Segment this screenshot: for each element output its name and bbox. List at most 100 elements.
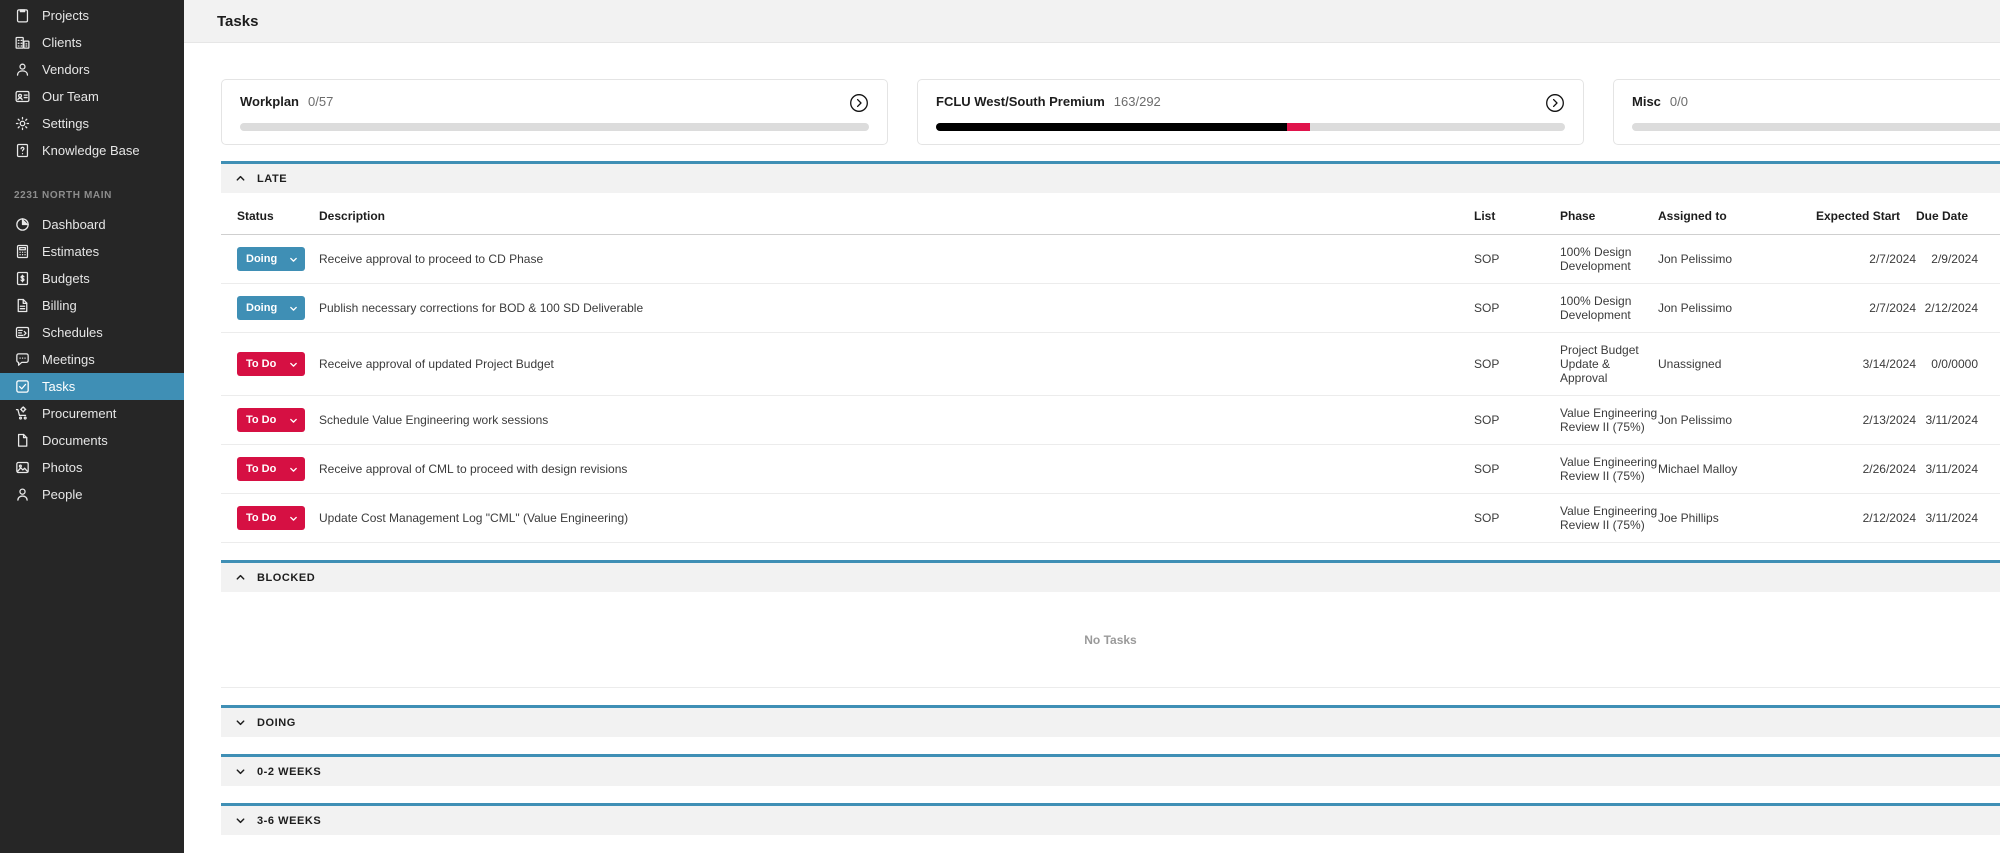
cell-expected-start: 3/14/2024: [1816, 332, 1916, 396]
sidebar-item-photos[interactable]: Photos: [0, 454, 184, 481]
chat-icon: [14, 351, 31, 368]
column-header: Assigned to: [1658, 193, 1816, 235]
column-header: List: [1474, 193, 1560, 235]
cell-phase: Value Engineering Review II (75%): [1560, 493, 1658, 543]
sidebar-item-documents[interactable]: Documents: [0, 427, 184, 454]
cell-expected-start: 2/26/2024: [1816, 444, 1916, 494]
status-badge[interactable]: To Do: [237, 457, 305, 481]
cell-description: Receive approval of updated Project Budg…: [305, 332, 1474, 396]
table-row[interactable]: To Do Update Cost Management Log "CML" (V…: [221, 493, 2000, 543]
sidebar-item-label: Billing: [42, 298, 77, 313]
id-badge-icon: [14, 88, 31, 105]
status-badge[interactable]: Doing: [237, 296, 305, 320]
calculator-icon: [14, 243, 31, 260]
progress-card-count: 0/57: [308, 94, 334, 109]
column-header: Phase: [1560, 193, 1658, 235]
chevron-down-icon: [289, 255, 298, 264]
status-badge[interactable]: To Do: [237, 506, 305, 530]
sidebar-item-vendors[interactable]: Vendors: [0, 56, 184, 83]
building-icon: [14, 34, 31, 51]
cell-due-date: 3/11/2024: [1916, 493, 2000, 543]
sidebar-item-knowledge-base[interactable]: Knowledge Base: [0, 137, 184, 164]
column-header: Status: [221, 193, 305, 235]
sidebar-item-meetings[interactable]: Meetings: [0, 346, 184, 373]
status-badge-label: To Do: [246, 358, 277, 370]
progress-card-head: FCLU West/South Premium 163/292: [936, 94, 1565, 109]
table-row[interactable]: Doing Receive approval to proceed to CD P…: [221, 234, 2000, 284]
chevron-right-circle-icon[interactable]: [849, 93, 869, 113]
status-badge[interactable]: To Do: [237, 352, 305, 376]
sidebar-item-label: Budgets: [42, 271, 90, 286]
sidebar-item-projects[interactable]: Projects: [0, 2, 184, 29]
chevron-up-icon: [235, 173, 246, 184]
sidebar-item-tasks[interactable]: Tasks: [0, 373, 184, 400]
cell-assigned-to: Jon Pelissimo: [1658, 234, 1816, 284]
section-header-doing[interactable]: DOING: [221, 705, 2000, 737]
progress-card-title: FCLU West/South Premium: [936, 94, 1105, 109]
cell-status: To Do: [221, 444, 305, 494]
sidebar-item-people[interactable]: People: [0, 481, 184, 508]
sidebar-item-label: Tasks: [42, 379, 76, 394]
column-header: Expected Start: [1816, 193, 1916, 235]
sidebar-item-label: Procurement: [42, 406, 117, 421]
cell-list: SOP: [1474, 444, 1560, 494]
section-header-blocked[interactable]: BLOCKED: [221, 560, 2000, 592]
table-row[interactable]: To Do Schedule Value Engineering work ses…: [221, 395, 2000, 445]
cell-status: To Do: [221, 395, 305, 445]
sidebar-item-schedules[interactable]: Schedules: [0, 319, 184, 346]
sidebar-item-label: People: [42, 487, 83, 502]
cart-gear-icon: [14, 405, 31, 422]
sidebar-item-label: Photos: [42, 460, 83, 475]
cell-phase: Value Engineering Review II (75%): [1560, 444, 1658, 494]
section-header-0-2-weeks[interactable]: 0-2 WEEKS: [221, 754, 2000, 786]
sidebar-item-budgets[interactable]: Budgets: [0, 265, 184, 292]
section-title: BLOCKED: [257, 571, 316, 584]
section-header-3-6-weeks[interactable]: 3-6 WEEKS: [221, 803, 2000, 835]
photo-icon: [14, 459, 31, 476]
progress-bar: [936, 123, 1565, 131]
cell-assigned-to: Unassigned: [1658, 332, 1816, 396]
cell-list: SOP: [1474, 493, 1560, 543]
tasks-table: Status Description List Phase Assigned to Exp…: [221, 193, 2000, 543]
checkbox-icon: [14, 378, 31, 395]
pie-chart-icon: [14, 216, 31, 233]
cell-list: SOP: [1474, 234, 1560, 284]
cell-phase: Value Engineering Review II (75%): [1560, 395, 1658, 445]
status-badge[interactable]: Doing: [237, 247, 305, 271]
table-row[interactable]: To Do Receive approval of updated Project…: [221, 332, 2000, 396]
task-section: 0-2 WEEKS: [221, 754, 2000, 786]
sidebar-item-settings[interactable]: Settings: [0, 110, 184, 137]
chevron-down-icon: [289, 304, 298, 313]
table-row[interactable]: Doing Publish necessary corrections for B…: [221, 283, 2000, 333]
chevron-down-icon: [289, 465, 298, 474]
cell-phase: 100% Design Development: [1560, 283, 1658, 333]
task-section: LATE Status Description List Phase Assigned t…: [221, 161, 2000, 543]
section-title: DOING: [257, 716, 296, 729]
empty-state-message: No Tasks: [221, 592, 2000, 688]
sidebar-item-clients[interactable]: Clients: [0, 29, 184, 56]
progress-bar: [240, 123, 869, 131]
app-root: Projects Clients Vendors Our Team Settings Kn…: [0, 0, 2000, 853]
sidebar-item-dashboard[interactable]: Dashboard: [0, 211, 184, 238]
section-title: 3-6 WEEKS: [257, 814, 322, 827]
sidebar-item-label: Our Team: [42, 89, 99, 104]
progress-card: Workplan 0/57: [221, 79, 888, 145]
cell-status: To Do: [221, 493, 305, 543]
sidebar-item-label: Schedules: [42, 325, 103, 340]
chevron-down-icon: [235, 766, 246, 777]
cell-due-date: 2/9/2024: [1916, 234, 2000, 284]
cell-due-date: 0/0/0000: [1916, 332, 2000, 396]
table-row[interactable]: To Do Receive approval of CML to proceed …: [221, 444, 2000, 494]
task-section: 3-6 WEEKS: [221, 803, 2000, 835]
sidebar-item-procurement[interactable]: Procurement: [0, 400, 184, 427]
chevron-down-icon: [289, 514, 298, 523]
sidebar-item-label: Vendors: [42, 62, 90, 77]
cell-description: Publish necessary corrections for BOD & …: [305, 283, 1474, 333]
sidebar-item-our-team[interactable]: Our Team: [0, 83, 184, 110]
sidebar-item-billing[interactable]: Billing: [0, 292, 184, 319]
status-badge[interactable]: To Do: [237, 408, 305, 432]
cell-expected-start: 2/7/2024: [1816, 234, 1916, 284]
sidebar-item-estimates[interactable]: Estimates: [0, 238, 184, 265]
chevron-right-circle-icon[interactable]: [1545, 93, 1565, 113]
section-header-late[interactable]: LATE: [221, 161, 2000, 193]
